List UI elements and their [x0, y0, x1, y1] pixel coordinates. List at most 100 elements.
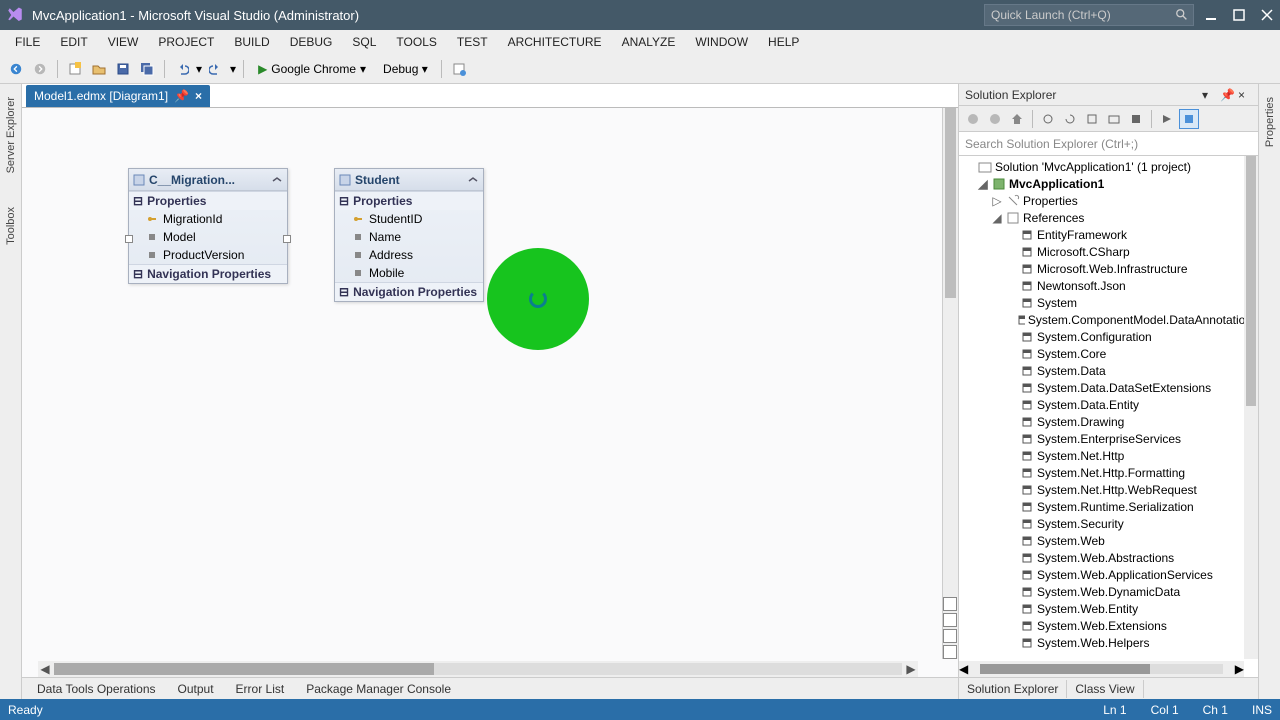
resize-handle[interactable] — [125, 235, 133, 243]
tab-error-list[interactable]: Error List — [227, 679, 294, 699]
dropdown-icon[interactable]: ▾ — [1202, 88, 1216, 102]
collapse-icon[interactable] — [271, 174, 283, 186]
tree-reference[interactable]: System.Runtime.Serialization — [959, 498, 1258, 515]
tab-data-tools[interactable]: Data Tools Operations — [28, 679, 165, 699]
tree-reference[interactable]: System.ComponentModel.DataAnnotations — [959, 311, 1258, 328]
tree-reference[interactable]: System.Security — [959, 515, 1258, 532]
nav-back-button[interactable] — [6, 59, 26, 79]
diagram-canvas[interactable]: C__Migration... ⊟ Properties MigrationId… — [22, 108, 958, 677]
scrollbar-thumb[interactable] — [1246, 156, 1256, 406]
config-dropdown[interactable]: Debug ▾ — [377, 62, 434, 76]
properties-header[interactable]: ⊟ Properties — [129, 192, 287, 210]
entity-property[interactable]: Mobile — [335, 264, 483, 282]
collapse-icon[interactable] — [467, 174, 479, 186]
minimize-button[interactable] — [1204, 8, 1218, 22]
scrollbar-track[interactable] — [980, 664, 1223, 674]
scroll-right-icon[interactable]: ▶ — [904, 662, 918, 676]
zoom-in-button[interactable] — [943, 597, 957, 611]
expander-icon[interactable]: ▷ — [991, 194, 1003, 208]
tree-reference[interactable]: System.Web.ApplicationServices — [959, 566, 1258, 583]
tree-properties[interactable]: ▷Properties — [959, 192, 1258, 209]
entity-property[interactable]: ProductVersion — [129, 246, 287, 264]
close-icon[interactable]: × — [1238, 88, 1252, 102]
refresh-button[interactable] — [1060, 109, 1080, 129]
tree-reference[interactable]: System.Web.Abstractions — [959, 549, 1258, 566]
menu-analyze[interactable]: ANALYZE — [613, 33, 685, 51]
home-button[interactable] — [1007, 109, 1027, 129]
scroll-left-icon[interactable]: ◀ — [959, 662, 968, 676]
tab-pkg-mgr[interactable]: Package Manager Console — [297, 679, 460, 699]
fit-button[interactable] — [943, 629, 957, 643]
menu-help[interactable]: HELP — [759, 33, 808, 51]
tree-reference[interactable]: System.Net.Http.Formatting — [959, 464, 1258, 481]
tree-vertical-scrollbar[interactable] — [1244, 156, 1258, 659]
entity-property[interactable]: Model — [129, 228, 287, 246]
entity-student[interactable]: Student ⊟ Properties StudentID Name Addr… — [334, 168, 484, 302]
chevron-down-icon[interactable]: ▾ — [230, 62, 236, 76]
preview-button[interactable] — [1157, 109, 1177, 129]
nav-header[interactable]: ⊟ Navigation Properties — [335, 283, 483, 301]
tree-reference[interactable]: System.Configuration — [959, 328, 1258, 345]
document-tab[interactable]: Model1.edmx [Diagram1] 📌 × — [26, 85, 210, 107]
maximize-button[interactable] — [1232, 8, 1246, 22]
tab-close-icon[interactable]: × — [195, 89, 202, 103]
tree-reference[interactable]: System.Drawing — [959, 413, 1258, 430]
forward-button[interactable] — [985, 109, 1005, 129]
tree-solution[interactable]: Solution 'MvcApplication1' (1 project) — [959, 158, 1258, 175]
menu-edit[interactable]: EDIT — [51, 33, 96, 51]
tree-reference[interactable]: System.Data — [959, 362, 1258, 379]
view-button[interactable] — [1179, 109, 1199, 129]
menu-sql[interactable]: SQL — [343, 33, 385, 51]
tree-horizontal-scrollbar[interactable]: ◀ ▶ — [959, 661, 1244, 677]
tree-reference[interactable]: System — [959, 294, 1258, 311]
menu-build[interactable]: BUILD — [225, 33, 278, 51]
chevron-down-icon[interactable]: ▾ — [360, 62, 366, 76]
entity-property[interactable]: StudentID — [335, 210, 483, 228]
resize-handle[interactable] — [283, 235, 291, 243]
tree-reference[interactable]: System.Net.Http.WebRequest — [959, 481, 1258, 498]
pin-icon[interactable]: 📌 — [1220, 88, 1234, 102]
entity-property[interactable]: Address — [335, 246, 483, 264]
tree-reference[interactable]: System.Web.DynamicData — [959, 583, 1258, 600]
tree-reference[interactable]: EntityFramework — [959, 226, 1258, 243]
vertical-scrollbar[interactable] — [942, 108, 958, 659]
menu-view[interactable]: VIEW — [99, 33, 148, 51]
tree-reference[interactable]: Microsoft.CSharp — [959, 243, 1258, 260]
collapse-all-button[interactable] — [1082, 109, 1102, 129]
entity-header[interactable]: C__Migration... — [129, 169, 287, 191]
tree-reference[interactable]: System.Web — [959, 532, 1258, 549]
zoom-out-button[interactable] — [943, 613, 957, 627]
nav-forward-button[interactable] — [30, 59, 50, 79]
tree-reference[interactable]: System.Data.Entity — [959, 396, 1258, 413]
nav-header[interactable]: ⊟ Navigation Properties — [129, 265, 287, 283]
toolbox-tab[interactable]: Toolbox — [2, 200, 20, 252]
tree-reference[interactable]: System.Web.Entity — [959, 600, 1258, 617]
expander-icon[interactable]: ◢ — [977, 177, 989, 191]
menu-architecture[interactable]: ARCHITECTURE — [499, 33, 611, 51]
undo-button[interactable] — [172, 59, 192, 79]
menu-debug[interactable]: DEBUG — [281, 33, 342, 51]
open-button[interactable] — [89, 59, 109, 79]
tree-reference[interactable]: System.Net.Http — [959, 447, 1258, 464]
entity-header[interactable]: Student — [335, 169, 483, 191]
tree-reference[interactable]: System.EnterpriseServices — [959, 430, 1258, 447]
scroll-left-icon[interactable]: ◀ — [38, 662, 52, 676]
browse-button[interactable] — [449, 59, 469, 79]
tree-reference[interactable]: System.Core — [959, 345, 1258, 362]
tree-reference[interactable]: System.Data.DataSetExtensions — [959, 379, 1258, 396]
sync-button[interactable] — [1038, 109, 1058, 129]
menu-test[interactable]: TEST — [448, 33, 497, 51]
new-project-button[interactable] — [65, 59, 85, 79]
menu-tools[interactable]: TOOLS — [387, 33, 445, 51]
scroll-right-icon[interactable]: ▶ — [1235, 662, 1244, 676]
expander-icon[interactable]: ◢ — [991, 211, 1003, 225]
horizontal-scrollbar[interactable]: ◀ ▶ — [38, 661, 918, 677]
redo-button[interactable] — [206, 59, 226, 79]
scrollbar-thumb[interactable] — [54, 663, 434, 675]
menu-window[interactable]: WINDOW — [686, 33, 757, 51]
tree-project[interactable]: ◢MvcApplication1 — [959, 175, 1258, 192]
tree-reference[interactable]: System.Web.Helpers — [959, 634, 1258, 651]
scrollbar-thumb[interactable] — [980, 664, 1150, 674]
tab-class-view[interactable]: Class View — [1067, 680, 1143, 698]
menu-file[interactable]: FILE — [6, 33, 49, 51]
